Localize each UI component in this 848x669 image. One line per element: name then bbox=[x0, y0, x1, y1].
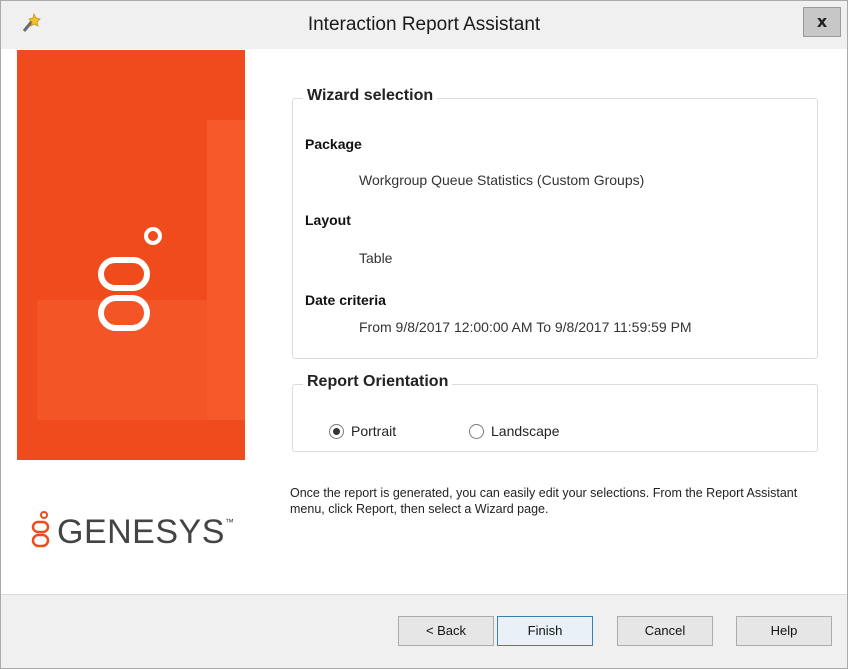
button-bar: < Back Finish Cancel Help bbox=[1, 594, 847, 668]
layout-value: Table bbox=[359, 250, 393, 266]
close-button[interactable]: x bbox=[803, 7, 841, 37]
genesys-wordmark: GENESYS™ bbox=[57, 513, 235, 551]
back-button[interactable]: < Back bbox=[398, 616, 494, 646]
cancel-button[interactable]: Cancel bbox=[617, 616, 713, 646]
brand-panel bbox=[17, 50, 245, 460]
finish-button[interactable]: Finish bbox=[497, 616, 593, 646]
brand-panel-shape bbox=[207, 120, 245, 420]
portrait-radio[interactable] bbox=[329, 424, 344, 439]
date-criteria-value: From 9/8/2017 12:00:00 AM To 9/8/2017 11… bbox=[359, 319, 692, 335]
landscape-label: Landscape bbox=[491, 423, 560, 439]
date-criteria-label: Date criteria bbox=[305, 292, 386, 308]
wizard-selection-legend: Wizard selection bbox=[303, 87, 438, 105]
report-orientation-group: Report Orientation Portrait Landscape bbox=[292, 373, 818, 452]
portrait-label: Portrait bbox=[351, 423, 397, 439]
layout-label: Layout bbox=[305, 212, 351, 228]
report-assistant-window: Interaction Report Assistant x GENESYS™ … bbox=[0, 0, 848, 669]
help-button[interactable]: Help bbox=[736, 616, 832, 646]
package-value: Workgroup Queue Statistics (Custom Group… bbox=[359, 172, 645, 188]
landscape-radio[interactable] bbox=[469, 424, 484, 439]
genesys-logo: GENESYS™ bbox=[31, 509, 241, 555]
package-label: Package bbox=[305, 136, 362, 152]
window-title: Interaction Report Assistant bbox=[307, 14, 541, 35]
report-orientation-legend: Report Orientation bbox=[303, 373, 453, 391]
title-bar[interactable]: Interaction Report Assistant x bbox=[1, 1, 847, 49]
genesys-logo-icon bbox=[31, 511, 50, 548]
genesys-mark-icon bbox=[98, 227, 162, 331]
edit-selections-hint: Once the report is generated, you can ea… bbox=[290, 486, 798, 516]
wizard-selection-group: Wizard selection Package Workgroup Queue… bbox=[292, 87, 818, 359]
